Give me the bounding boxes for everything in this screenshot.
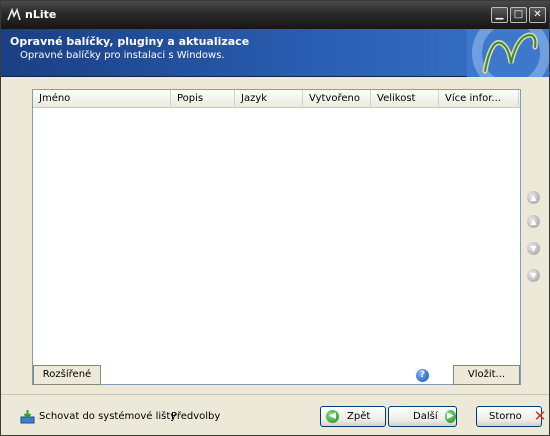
footer-divider: [1, 394, 549, 395]
page-title: Opravné balíčky, pluginy a aktualizace: [10, 35, 250, 48]
move-top-icon[interactable]: ▲: [527, 191, 540, 204]
cancel-button-label: Storno: [489, 411, 522, 422]
next-arrow-icon: ▶: [444, 410, 456, 423]
move-bottom-icon[interactable]: ▼: [527, 269, 540, 282]
next-button-label: Další: [413, 411, 438, 422]
back-button[interactable]: ◀ Zpět: [320, 406, 386, 427]
move-up-icon[interactable]: ▲: [527, 215, 540, 228]
insert-button[interactable]: Vložit...: [453, 365, 520, 385]
column-header-more-info[interactable]: Více infor...: [439, 90, 519, 108]
column-header-description[interactable]: Popis: [171, 90, 235, 108]
window-title: nLite: [25, 8, 57, 21]
tray-download-icon: [20, 409, 35, 423]
cancel-button[interactable]: Storno ✕: [476, 406, 546, 427]
column-header-created[interactable]: Vytvořeno: [303, 90, 371, 108]
app-window: nLite ▁ □ ✕ Opravné balíčky, pluginy a a…: [0, 0, 550, 436]
cancel-x-icon: ✕: [533, 407, 547, 425]
title-bar[interactable]: nLite ▁ □ ✕: [1, 1, 549, 29]
next-button[interactable]: Další ▶: [388, 406, 457, 427]
advanced-button[interactable]: Rozšířené: [33, 365, 101, 385]
column-header-language[interactable]: Jazyk: [235, 90, 303, 108]
help-icon[interactable]: ?: [416, 369, 429, 382]
list-body[interactable]: [33, 108, 520, 360]
column-header-size[interactable]: Velikost: [371, 90, 439, 108]
move-down-icon[interactable]: ▼: [527, 242, 540, 255]
back-button-label: Zpět: [347, 411, 371, 422]
hide-to-tray-link[interactable]: Schovat do systémové lišty: [20, 407, 176, 425]
nlite-logo-icon: [7, 8, 21, 21]
page-subtitle: Opravné balíčky pro instalaci s Windows.: [20, 50, 225, 61]
minimize-button[interactable]: ▁: [491, 7, 508, 23]
hotfix-list: Jméno Popis Jazyk Vytvořeno Velikost Víc…: [32, 89, 521, 385]
preferences-link[interactable]: Předvolby: [171, 411, 220, 422]
page-header: Opravné balíčky, pluginy a aktualizace O…: [1, 29, 549, 77]
back-arrow-icon: ◀: [326, 410, 339, 423]
close-button[interactable]: ✕: [529, 7, 546, 23]
nlite-banner-logo-icon: [467, 29, 549, 77]
hide-to-tray-label: Schovat do systémové lišty: [39, 410, 177, 422]
list-header: Jméno Popis Jazyk Vytvořeno Velikost Víc…: [33, 90, 520, 108]
maximize-button[interactable]: □: [510, 7, 527, 23]
column-header-name[interactable]: Jméno: [33, 90, 171, 108]
